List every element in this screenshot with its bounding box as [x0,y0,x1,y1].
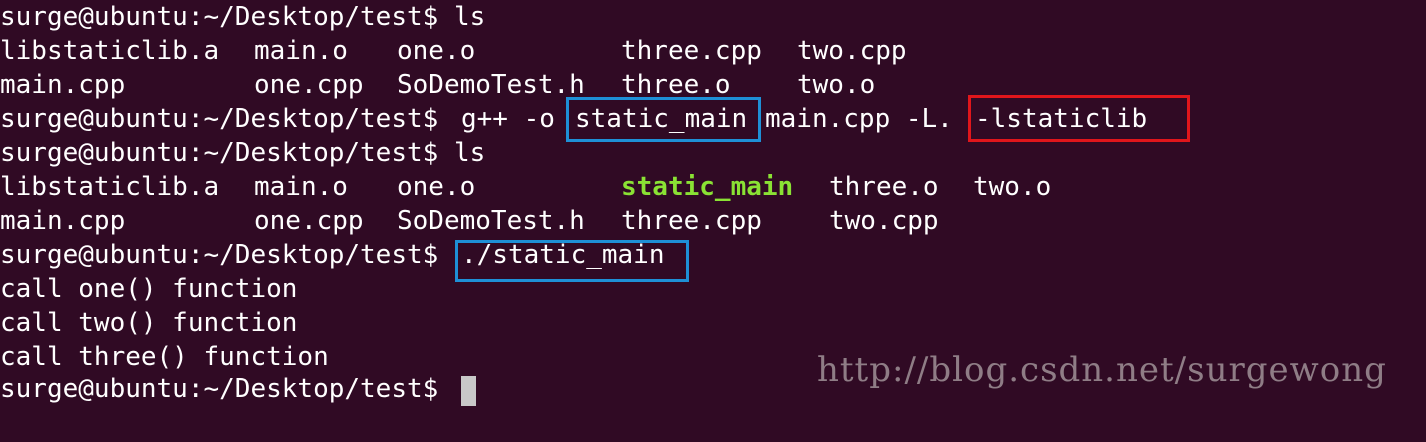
shell-prompt: surge@ubuntu:~/Desktop/test$ [0,240,439,270]
text-cursor [461,376,476,406]
file-entry: main.cpp [0,206,126,236]
ls-output-row: libstaticlib.a main.o one.o static_main … [0,170,1426,204]
file-entry: one.o [397,36,476,66]
shell-prompt: surge@ubuntu:~/Desktop/test$ [0,104,439,134]
file-entry: two.cpp [829,206,939,236]
command-text: main.cpp -L. [765,104,953,134]
highlight-box-output-name [566,97,761,142]
terminal-line: surge@ubuntu:~/Desktop/test$ ls [0,138,486,168]
terminal-window[interactable]: surge@ubuntu:~/Desktop/test$ ls libstati… [0,0,1426,406]
file-entry: three.cpp [621,36,762,66]
file-entry: three.o [829,172,939,202]
run-command-line: surge@ubuntu:~/Desktop/test$ ./static_ma… [0,238,1426,272]
shell-prompt: surge@ubuntu:~/Desktop/test$ [0,374,439,404]
ls-output-row: libstaticlib.a main.o one.o three.cpp tw… [0,34,1426,68]
file-entry: two.o [973,172,1052,202]
file-entry: SoDemoTest.h [397,206,585,236]
program-output-line: call one() function [0,274,298,304]
file-entry: one.cpp [254,206,364,236]
command-text: g++ -o [461,104,555,134]
terminal-line: surge@ubuntu:~/Desktop/test$ ls [0,2,486,32]
file-entry: one.cpp [254,70,364,100]
highlight-box-library-flag [968,95,1190,142]
program-output-line: call two() function [0,308,298,338]
file-entry: three.cpp [621,206,762,236]
ls-output-row: main.cpp one.cpp SoDemoTest.h three.cpp … [0,204,1426,238]
executable-file-entry: static_main [621,172,794,202]
watermark-text: http://blog.csdn.net/surgewong [817,350,1387,390]
program-output-line: call three() function [0,342,329,372]
file-entry: main.o [254,172,348,202]
file-entry: main.o [254,36,348,66]
file-entry: libstaticlib.a [0,36,220,66]
file-entry: SoDemoTest.h [397,70,585,100]
file-entry: two.o [797,70,876,100]
file-entry: main.cpp [0,70,126,100]
file-entry: two.cpp [797,36,907,66]
file-entry: one.o [397,172,476,202]
file-entry: libstaticlib.a [0,172,220,202]
highlight-box-run-command [455,240,689,282]
